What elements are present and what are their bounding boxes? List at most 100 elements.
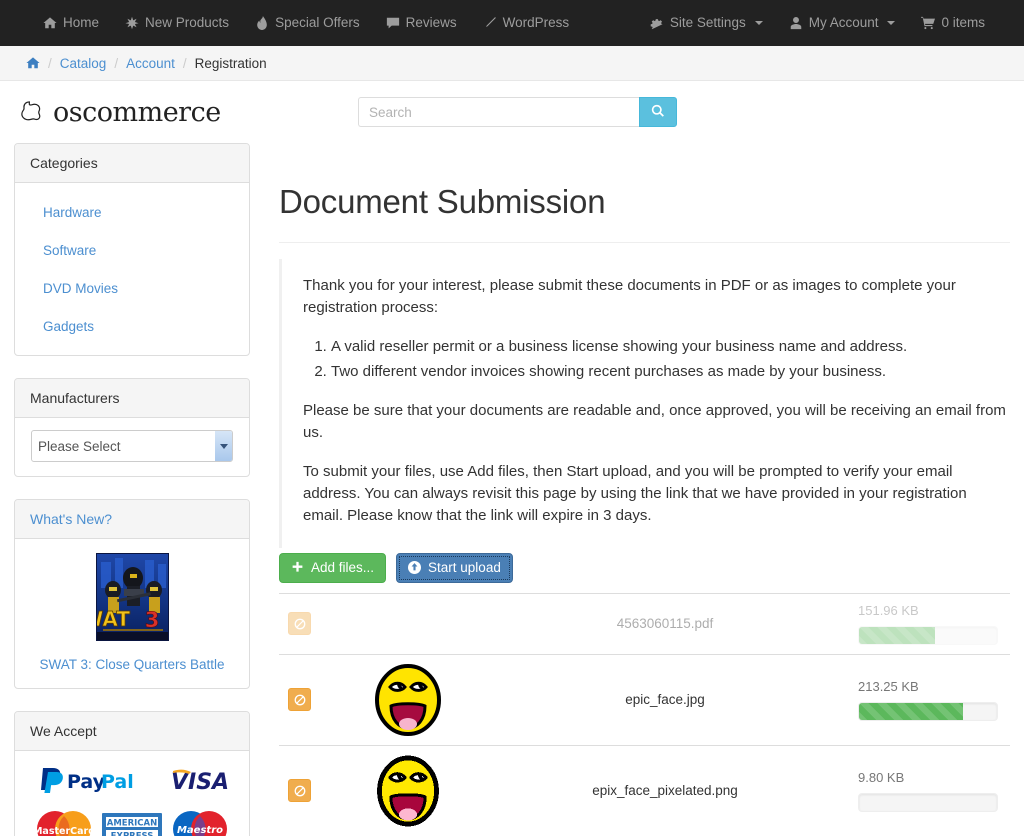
table-row: epix_face_pixelated.png 9.80 KB [279, 745, 1010, 836]
nav-item-cart-label: 0 items [941, 15, 985, 30]
progress-track [858, 701, 998, 721]
product-thumbnail-swat3[interactable]: SWAT 3 [95, 553, 169, 641]
instructions-paragraph-3: To submit your files, use Add files, the… [303, 462, 967, 524]
amex-logo-icon: AMERICAN EXPRESS [101, 808, 163, 836]
file-cancel-cell [279, 593, 335, 654]
nav-item-cart[interactable]: 0 items [908, 0, 998, 46]
search-button[interactable] [639, 97, 677, 127]
upload-toolbar: Add files... Start upload [279, 552, 1010, 583]
file-name: epic_face.jpg [625, 692, 705, 708]
start-upload-button[interactable]: Start upload [396, 552, 513, 583]
cancel-upload-button[interactable] [288, 779, 311, 803]
progress-track [858, 625, 998, 645]
main-content: Document Submission Thank you for your i… [250, 143, 1010, 836]
ban-icon [294, 694, 306, 706]
search-input[interactable] [358, 97, 639, 127]
visa-logo-icon: VISA [169, 767, 229, 798]
ban-icon [294, 785, 306, 797]
nav-item-home[interactable]: Home [30, 0, 112, 46]
breadcrumb-item-catalog[interactable]: Catalog [60, 56, 107, 71]
list-item: Two different vendor invoices showing re… [331, 361, 1010, 384]
svg-text:Maestro: Maestro [177, 825, 223, 836]
panel-we-accept-body: Pay Pal VISA MasterCard AMERICAN Maestro [15, 751, 249, 836]
file-size: 151.96 KB [858, 602, 919, 618]
payment-row-secondary: MasterCard AMERICAN EXPRESS [27, 808, 237, 836]
top-navbar: Home New Products Special Offers Reviews [0, 0, 1024, 46]
list-item: Gadgets [15, 307, 249, 345]
panel-whats-new-title[interactable]: What's New? [15, 500, 249, 539]
upload-circle-icon [408, 561, 422, 575]
site-header: oscommerce [0, 81, 1024, 143]
sidebar-item-hardware[interactable]: Hardware [43, 205, 102, 220]
panel-we-accept: We Accept Pay Pal VISA MasterCard AMERIC… [14, 711, 250, 836]
whats-new-product-name[interactable]: SWAT 3: Close Quarters Battle [25, 657, 239, 672]
sidebar-item-dvd-movies[interactable]: DVD Movies [43, 281, 118, 296]
file-thumbnail-epic-face[interactable] [343, 663, 472, 736]
category-list: Hardware Software DVD Movies Gadgets [15, 193, 249, 345]
manufacturers-select[interactable]: Please Select [31, 430, 233, 462]
payment-row-primary: Pay Pal VISA [27, 765, 237, 800]
instructions-paragraph-2: Please be sure that your documents are r… [303, 402, 1006, 441]
site-logo[interactable]: oscommerce [14, 97, 344, 128]
breadcrumb-home-icon[interactable] [26, 56, 40, 70]
file-thumbnail-epic-face-pixelated[interactable] [343, 755, 472, 827]
mastercard-logo-icon: MasterCard [33, 808, 95, 836]
fire-icon [255, 16, 269, 30]
nav-item-home-label: Home [63, 15, 100, 30]
nav-item-new-products[interactable]: New Products [112, 0, 242, 46]
paypal-logo-icon: Pay Pal [35, 765, 163, 800]
svg-text:MasterCard: MasterCard [33, 826, 95, 836]
svg-text:SWAT: SWAT [97, 607, 130, 631]
cancel-upload-button[interactable] [288, 612, 311, 636]
svg-text:AMERICAN: AMERICAN [107, 819, 157, 829]
nav-item-wordpress[interactable]: WordPress [470, 0, 583, 46]
table-row: 4563060115.pdf 151.96 KB [279, 593, 1010, 654]
instructions-paragraph-1: Thank you for your interest, please subm… [303, 277, 956, 317]
ban-icon [294, 618, 306, 630]
maestro-logo-icon: Maestro [169, 808, 231, 836]
nav-item-new-products-label: New Products [145, 15, 230, 30]
nav-item-reviews-label: Reviews [405, 15, 457, 30]
nav-item-my-account[interactable]: My Account [776, 0, 909, 46]
breadcrumb: / Catalog / Account / Registration [0, 46, 1024, 81]
start-upload-label: Start upload [428, 560, 501, 576]
search-icon [651, 104, 665, 121]
nav-item-reviews[interactable]: Reviews [373, 0, 470, 46]
panel-categories: Categories Hardware Software DVD Movies … [14, 143, 250, 356]
file-size: 213.25 KB [858, 678, 919, 694]
file-progress-cell: 213.25 KB [850, 654, 1010, 745]
list-item: Software [15, 231, 249, 269]
page-title: Document Submission [279, 183, 1010, 244]
nav-item-wordpress-label: WordPress [502, 15, 570, 30]
nav-item-special-offers[interactable]: Special Offers [242, 0, 373, 46]
sidebar-item-software[interactable]: Software [43, 243, 96, 258]
file-preview-cell [335, 745, 480, 836]
panel-we-accept-title: We Accept [15, 712, 249, 751]
breadcrumb-item-account[interactable]: Account [126, 56, 175, 71]
add-files-button[interactable]: Add files... [279, 552, 387, 583]
manufacturers-select-wrap: Please Select [15, 418, 249, 476]
file-name: epix_face_pixelated.png [592, 783, 738, 799]
page-layout: Categories Hardware Software DVD Movies … [0, 143, 1024, 836]
chevron-down-icon [887, 21, 896, 25]
upload-file-table: 4563060115.pdf 151.96 KB epic_face.jpg 2… [279, 593, 1010, 836]
list-item: DVD Movies [15, 269, 249, 307]
site-logo-text: oscommerce [53, 96, 221, 128]
file-size: 9.80 KB [858, 769, 905, 785]
sidebar-item-gadgets[interactable]: Gadgets [43, 319, 94, 334]
table-row: epic_face.jpg 213.25 KB [279, 654, 1010, 745]
progress-bar [859, 702, 963, 720]
navbar-left-group: Home New Products Special Offers Reviews [30, 0, 582, 46]
cancel-upload-button[interactable] [288, 688, 311, 712]
cart-icon [921, 16, 936, 30]
file-progress-cell: 151.96 KB [850, 593, 1010, 654]
plus-icon [291, 561, 304, 574]
breadcrumb-separator: / [182, 55, 187, 71]
panel-manufacturers-title: Manufacturers [15, 379, 249, 418]
panel-categories-body: Hardware Software DVD Movies Gadgets [15, 183, 249, 355]
instructions-block: Thank you for your interest, please subm… [279, 259, 1010, 548]
file-preview-cell [335, 593, 480, 654]
nav-item-site-settings[interactable]: Site Settings [637, 0, 776, 46]
gear-icon [650, 16, 664, 30]
svg-text:Pal: Pal [101, 771, 134, 793]
